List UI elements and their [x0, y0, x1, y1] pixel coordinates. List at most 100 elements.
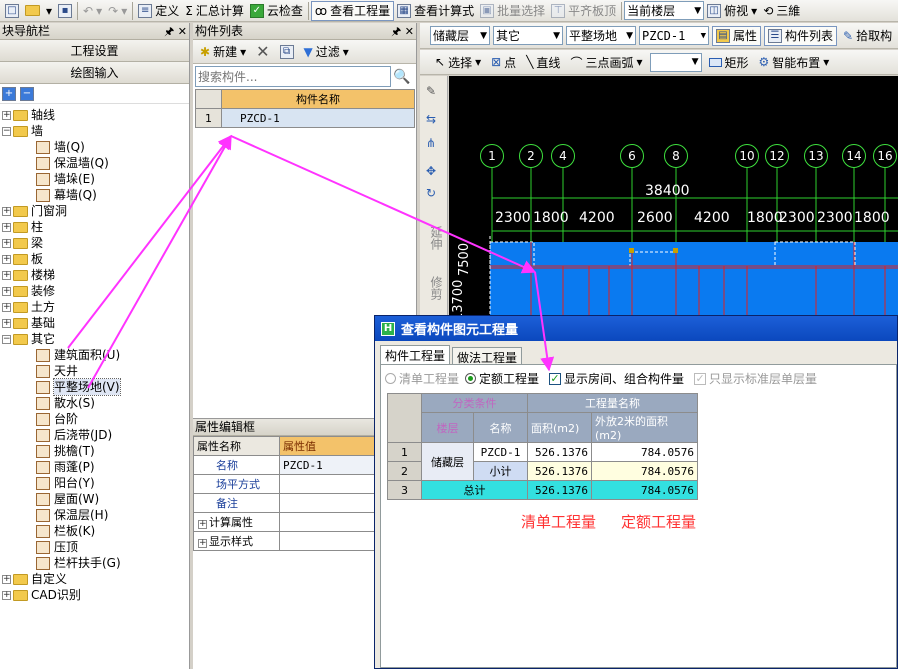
drawing-input-button[interactable]: 绘图输入 — [0, 62, 189, 84]
collapse-all-icon[interactable]: − — [20, 86, 34, 101]
tree-node[interactable]: − 墙 — [2, 123, 189, 139]
select-tool-button[interactable]: ↖ 选择 ▾ — [432, 52, 484, 72]
tree-leaf[interactable]: 平整场地(V) — [2, 378, 189, 396]
expand-icon[interactable]: + — [2, 270, 11, 280]
table-row[interactable]: 3 总计 526.1376 784.0576 — [387, 480, 698, 500]
expand-icon[interactable]: + — [2, 286, 11, 296]
expand-all-icon[interactable]: + — [2, 86, 16, 101]
tree-leaf[interactable]: 屋面(W) — [2, 491, 189, 507]
tree-node[interactable]: + CAD识别 — [2, 587, 189, 603]
tree-leaf[interactable]: 建筑面积(U) — [2, 347, 189, 363]
new-component-button[interactable]: ✱ 新建 ▾ — [197, 42, 249, 62]
trim-tool[interactable]: 修剪 — [428, 276, 445, 300]
component-name-cell[interactable]: PZCD-1 — [221, 108, 415, 128]
delete-button[interactable]: ✕ — [253, 42, 272, 62]
smart-layout-button[interactable]: ⚙ 智能布置 ▾ — [756, 52, 833, 72]
tree-node[interactable]: + 板 — [2, 251, 189, 267]
tree-node[interactable]: + 楼梯 — [2, 267, 189, 283]
mirror-tool-icon[interactable]: ⋔ — [426, 136, 436, 150]
tree-node[interactable]: + 土方 — [2, 299, 189, 315]
tree-leaf[interactable]: 栏板(K) — [2, 523, 189, 539]
tree-node[interactable]: + 梁 — [2, 235, 189, 251]
tree-leaf[interactable]: 阳台(Y) — [2, 475, 189, 491]
cad-canvas[interactable]: 1 2 4 6 8 10 12 13 14 16 38400 2300 1800 4200 2600 42… — [449, 76, 898, 321]
point-tool-button[interactable]: ⊠ 点 — [488, 52, 519, 72]
copy-tool-icon[interactable]: ⇆ — [426, 112, 436, 126]
tree-leaf[interactable]: 压顶 — [2, 539, 189, 555]
radio-list-qty[interactable]: 清单工程量 — [385, 370, 459, 387]
tree-node[interactable]: + 基础 — [2, 315, 189, 331]
view-formula-button[interactable]: ▦ 查看计算式 — [394, 1, 477, 21]
project-settings-button[interactable]: 工程设置 — [0, 40, 189, 62]
tree-leaf[interactable]: 栏杆扶手(G) — [2, 555, 189, 571]
expand-icon[interactable]: + — [2, 238, 11, 248]
collapse-icon[interactable]: − — [2, 126, 11, 136]
expand-icon[interactable]: + — [198, 539, 207, 548]
tree-leaf[interactable]: 挑檐(T) — [2, 443, 189, 459]
tree-leaf[interactable]: 幕墙(Q) — [2, 187, 189, 203]
tree-leaf[interactable]: 墙(Q) — [2, 139, 189, 155]
flush-top-button[interactable]: ⊤ 平齐板顶 — [548, 1, 619, 21]
expand-icon[interactable]: + — [2, 590, 11, 600]
component-list-button[interactable]: ☰ 构件列表 — [764, 25, 838, 46]
search-icon[interactable]: 🔍 — [393, 69, 410, 85]
expand-icon[interactable]: + — [2, 254, 11, 264]
cloud-check-button[interactable]: ✓ 云检查 — [247, 1, 306, 21]
filter-button[interactable]: ▼ 过滤 ▾ — [301, 42, 352, 62]
search-input[interactable] — [195, 66, 391, 87]
collapse-icon[interactable]: − — [2, 334, 11, 344]
arc-tool-button[interactable]: ⌒ 三点画弧 ▾ — [567, 52, 645, 72]
tree-leaf[interactable]: 后浇带(JD) — [2, 427, 189, 443]
expand-icon[interactable]: + — [2, 318, 11, 328]
tree-leaf[interactable]: 雨蓬(P) — [2, 459, 189, 475]
tree-node[interactable]: − 其它 — [2, 331, 189, 347]
copy-button[interactable]: ⧉ — [277, 42, 297, 62]
radio-quota-qty[interactable]: 定额工程量 — [465, 370, 539, 387]
expand-icon[interactable]: + — [2, 206, 11, 216]
undo-button[interactable]: ↶ ▾ — [80, 1, 105, 21]
extend-tool[interactable]: 延伸 — [428, 226, 445, 250]
expand-icon[interactable]: + — [2, 222, 11, 232]
batch-select-button[interactable]: ▣ 批量选择 — [477, 1, 548, 21]
tree-node[interactable]: + 门窗洞 — [2, 203, 189, 219]
expand-icon[interactable]: + — [2, 302, 11, 312]
arc-option-select[interactable]: ▼ — [649, 52, 702, 72]
expand-icon[interactable]: + — [198, 520, 207, 529]
pin-close-icons[interactable]: 🖈 ✕ — [391, 23, 414, 40]
rotate-tool-icon[interactable]: ↻ — [426, 186, 436, 200]
tree-leaf[interactable]: 墙垛(E) — [2, 171, 189, 187]
type-select[interactable]: 平整场地 ▼ — [566, 26, 636, 45]
tree-node[interactable]: + 装修 — [2, 283, 189, 299]
expand-icon[interactable]: + — [2, 574, 11, 584]
tree-leaf[interactable]: 散水(S) — [2, 395, 189, 411]
table-row[interactable]: 1 储藏层 PZCD-1 526.1376 784.0576 — [387, 442, 698, 481]
rect-tool-button[interactable]: 矩形 — [706, 52, 752, 72]
top-view-button[interactable]: ◫ 俯视 ▾ — [704, 1, 760, 21]
category-select[interactable]: 其它 ▼ — [493, 26, 563, 45]
redo-button[interactable]: ↷ ▾ — [105, 1, 130, 21]
tree-leaf[interactable]: 保温层(H) — [2, 507, 189, 523]
check-std-floor[interactable]: ✓ 只显示标准层单层量 — [694, 370, 817, 387]
expand-icon[interactable]: + — [2, 110, 11, 120]
tree-node[interactable]: + 轴线 — [2, 107, 189, 123]
attribute-button[interactable]: ▤ 属性 — [712, 25, 762, 46]
three-d-button[interactable]: ⟲ 三維 — [760, 1, 803, 21]
check-show-rooms[interactable]: ✓ 显示房间、组合构件量 — [549, 370, 684, 387]
new-file-button[interactable]: □ — [2, 1, 22, 21]
sum-calc-button[interactable]: Σ 汇总计算 — [182, 1, 247, 21]
pin-close-icons[interactable]: 🖈 ✕ — [164, 23, 187, 40]
view-quantity-button[interactable]: ꝏ 查看工程量 — [310, 0, 395, 21]
line-tool-button[interactable]: ╲ 直线 — [523, 52, 563, 72]
tree-leaf[interactable]: 保温墙(Q) — [2, 155, 189, 171]
tree-leaf[interactable]: 天井 — [2, 363, 189, 379]
floor-select[interactable]: 储藏层 ▼ — [430, 26, 490, 45]
component-select[interactable]: PZCD-1 ▼ — [639, 26, 709, 45]
move-tool-icon[interactable]: ✥ — [426, 164, 436, 178]
current-floor-select[interactable]: 当前楼层 ▼ — [624, 1, 705, 20]
brush-tool[interactable]: ✎ — [426, 84, 436, 98]
define-button[interactable]: ≡ 定义 — [135, 1, 182, 21]
tree-leaf[interactable]: 台阶 — [2, 411, 189, 427]
open-file-button[interactable]: ▾ — [22, 1, 55, 21]
tree-node[interactable]: + 柱 — [2, 219, 189, 235]
save-button[interactable]: ▪ — [55, 1, 75, 21]
